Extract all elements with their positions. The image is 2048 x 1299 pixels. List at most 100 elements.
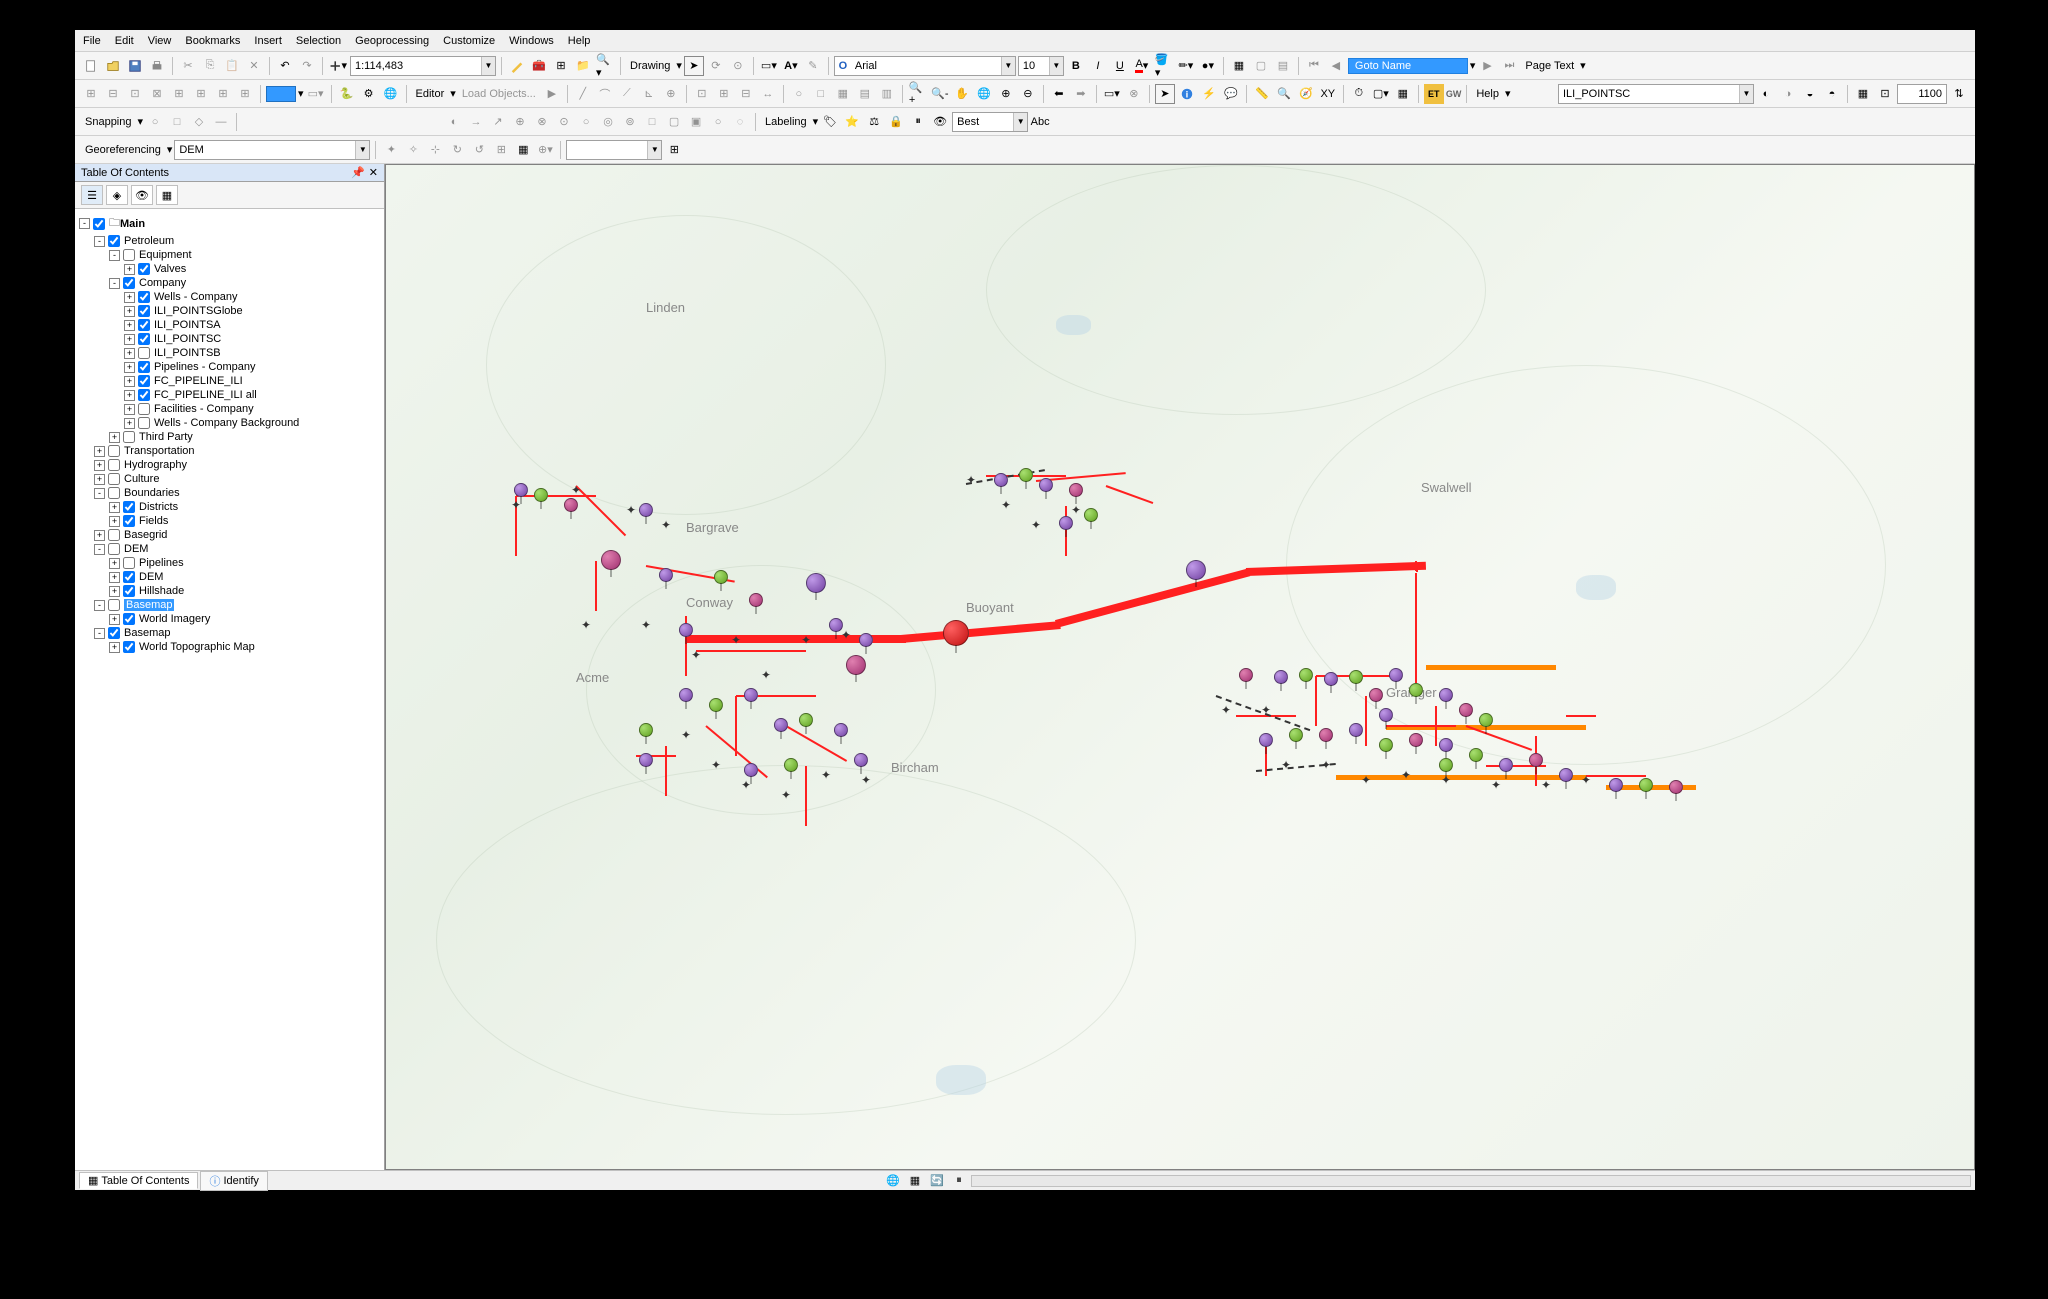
snap-vertex-icon[interactable]: ◇ xyxy=(189,112,209,132)
layout-icon[interactable]: ▦ xyxy=(1229,56,1249,76)
new-icon[interactable] xyxy=(81,56,101,76)
create-viewer-icon[interactable]: ▢▾ xyxy=(1371,84,1391,104)
open-table-icon[interactable]: ▦ xyxy=(1393,84,1413,104)
menu-edit[interactable]: Edit xyxy=(115,35,134,47)
help-label[interactable]: Help xyxy=(1472,88,1503,100)
visibility-checkbox[interactable] xyxy=(108,529,120,541)
toc-label[interactable]: Third Party xyxy=(139,431,193,443)
expand-icon[interactable]: - xyxy=(94,628,105,639)
gr-icon-2[interactable]: ✧ xyxy=(403,140,423,160)
toc-node[interactable]: +Third Party xyxy=(79,430,380,444)
text-icon[interactable]: A▾ xyxy=(781,56,801,76)
toc-node[interactable]: +Pipelines - Company xyxy=(79,360,380,374)
label-lock-icon[interactable]: 🔒 xyxy=(886,112,906,132)
line-swatch[interactable]: ▭▾ xyxy=(306,84,326,104)
ev-icon-4[interactable]: ↔ xyxy=(758,84,778,104)
menu-view[interactable]: View xyxy=(148,35,172,47)
expand-icon[interactable]: + xyxy=(109,558,120,569)
toc-node[interactable]: +Culture xyxy=(79,472,380,486)
toc-node[interactable]: -Basemap xyxy=(79,626,380,640)
lb-icon-3[interactable]: ↗ xyxy=(488,112,508,132)
copy-icon[interactable]: ⎘ xyxy=(200,56,220,76)
scale-input[interactable] xyxy=(351,57,481,75)
expand-icon[interactable]: + xyxy=(94,446,105,457)
lb-icon-4[interactable]: ⊕ xyxy=(510,112,530,132)
gr-table-icon[interactable]: ▦ xyxy=(513,140,533,160)
menu-help[interactable]: Help xyxy=(568,35,591,47)
toc-label[interactable]: Petroleum xyxy=(124,235,174,247)
undo-icon[interactable]: ↶ xyxy=(275,56,295,76)
visibility-checkbox[interactable] xyxy=(138,333,150,345)
visibility-checkbox[interactable] xyxy=(123,501,135,513)
expand-icon[interactable]: - xyxy=(94,600,105,611)
effect-icon-1[interactable]: ◐ xyxy=(1756,84,1776,104)
toc-node[interactable]: +DEM xyxy=(79,570,380,584)
visibility-checkbox[interactable] xyxy=(138,319,150,331)
expand-icon[interactable]: + xyxy=(124,292,135,303)
zoom-selected-icon[interactable]: ⊙ xyxy=(728,56,748,76)
lb-icon-d[interactable]: ○ xyxy=(708,112,728,132)
modelbuilder-icon[interactable]: ⚙ xyxy=(359,84,379,104)
te-icon-2[interactable]: ⊟ xyxy=(103,84,123,104)
visibility-checkbox[interactable] xyxy=(108,487,120,499)
visibility-checkbox[interactable] xyxy=(123,249,135,261)
toc-node[interactable]: +World Topographic Map xyxy=(79,640,380,654)
expand-icon[interactable]: + xyxy=(109,502,120,513)
delete-icon[interactable]: ✕ xyxy=(244,56,264,76)
visibility-checkbox[interactable] xyxy=(138,389,150,401)
expand-icon[interactable]: + xyxy=(94,530,105,541)
toc-node[interactable]: +Hillshade xyxy=(79,584,380,598)
toc-label[interactable]: Company xyxy=(139,277,186,289)
attr-icon[interactable]: ▦ xyxy=(833,84,853,104)
straight-icon[interactable]: ╱ xyxy=(573,84,593,104)
menu-file[interactable]: File xyxy=(83,35,101,47)
toc-node[interactable]: -Petroleum xyxy=(79,234,380,248)
zoom-in-icon[interactable]: 🔍+ xyxy=(908,84,928,104)
circle-icon[interactable]: ○ xyxy=(789,84,809,104)
toc-node[interactable]: +Transportation xyxy=(79,444,380,458)
label-quality-input[interactable] xyxy=(953,113,1013,131)
toc-node[interactable]: +ILI_POINTSA xyxy=(79,318,380,332)
toc-node[interactable]: +Facilities - Company xyxy=(79,402,380,416)
refresh-icon[interactable]: 🔄 xyxy=(927,1171,947,1191)
toc-label[interactable]: DEM xyxy=(124,543,148,555)
toc-label[interactable]: Basegrid xyxy=(124,529,167,541)
scale-combo[interactable]: ▼ xyxy=(350,56,496,76)
expand-icon[interactable]: + xyxy=(124,376,135,387)
measure-icon[interactable]: 📏 xyxy=(1252,84,1272,104)
visibility-checkbox[interactable] xyxy=(123,585,135,597)
effect-icon-2[interactable]: ◑ xyxy=(1778,84,1798,104)
time-slider-icon[interactable]: ⏱ xyxy=(1349,84,1369,104)
python-icon[interactable]: 🐍 xyxy=(337,84,357,104)
fixed-zoomout-icon[interactable]: ⊖ xyxy=(1018,84,1038,104)
lb-icon-b[interactable]: ▢ xyxy=(664,112,684,132)
georef-layer-input[interactable] xyxy=(175,141,355,159)
data-frame-icon[interactable]: ▢ xyxy=(1251,56,1271,76)
right-angle-icon[interactable]: ⊾ xyxy=(639,84,659,104)
add-data-icon[interactable]: ▾ xyxy=(328,56,348,76)
visibility-checkbox[interactable] xyxy=(108,543,120,555)
toc-node[interactable]: +FC_PIPELINE_ILI xyxy=(79,374,380,388)
expand-icon[interactable]: + xyxy=(124,264,135,275)
gr-icon-5[interactable]: ↺ xyxy=(469,140,489,160)
toc-node[interactable]: +ILI_POINTSB xyxy=(79,346,380,360)
label-pause-icon[interactable]: ⏸ xyxy=(908,112,928,132)
close-icon[interactable]: ✕ xyxy=(369,166,378,179)
lb-icon-e[interactable]: ◌ xyxy=(730,112,750,132)
labeling-label[interactable]: Labeling xyxy=(761,116,811,128)
lb-icon-2[interactable]: → xyxy=(466,112,486,132)
paste-icon[interactable]: 📋 xyxy=(222,56,242,76)
effect-icon-4[interactable]: ◓ xyxy=(1822,84,1842,104)
fontsize-combo[interactable]: ▼ xyxy=(1018,56,1064,76)
fwd-extent-icon[interactable]: ➡ xyxy=(1071,84,1091,104)
tab-toc[interactable]: ▦Table Of Contents xyxy=(79,1172,198,1189)
editor-label[interactable]: Editor xyxy=(412,88,449,100)
visibility-checkbox[interactable] xyxy=(108,459,120,471)
menu-selection[interactable]: Selection xyxy=(296,35,341,47)
visibility-checkbox[interactable] xyxy=(138,305,150,317)
table-icon[interactable]: ⊞ xyxy=(551,56,571,76)
expand-icon[interactable]: + xyxy=(124,306,135,317)
toc-node[interactable]: -Equipment xyxy=(79,248,380,262)
square-icon[interactable]: □ xyxy=(811,84,831,104)
te-icon-7[interactable]: ⊞ xyxy=(213,84,233,104)
